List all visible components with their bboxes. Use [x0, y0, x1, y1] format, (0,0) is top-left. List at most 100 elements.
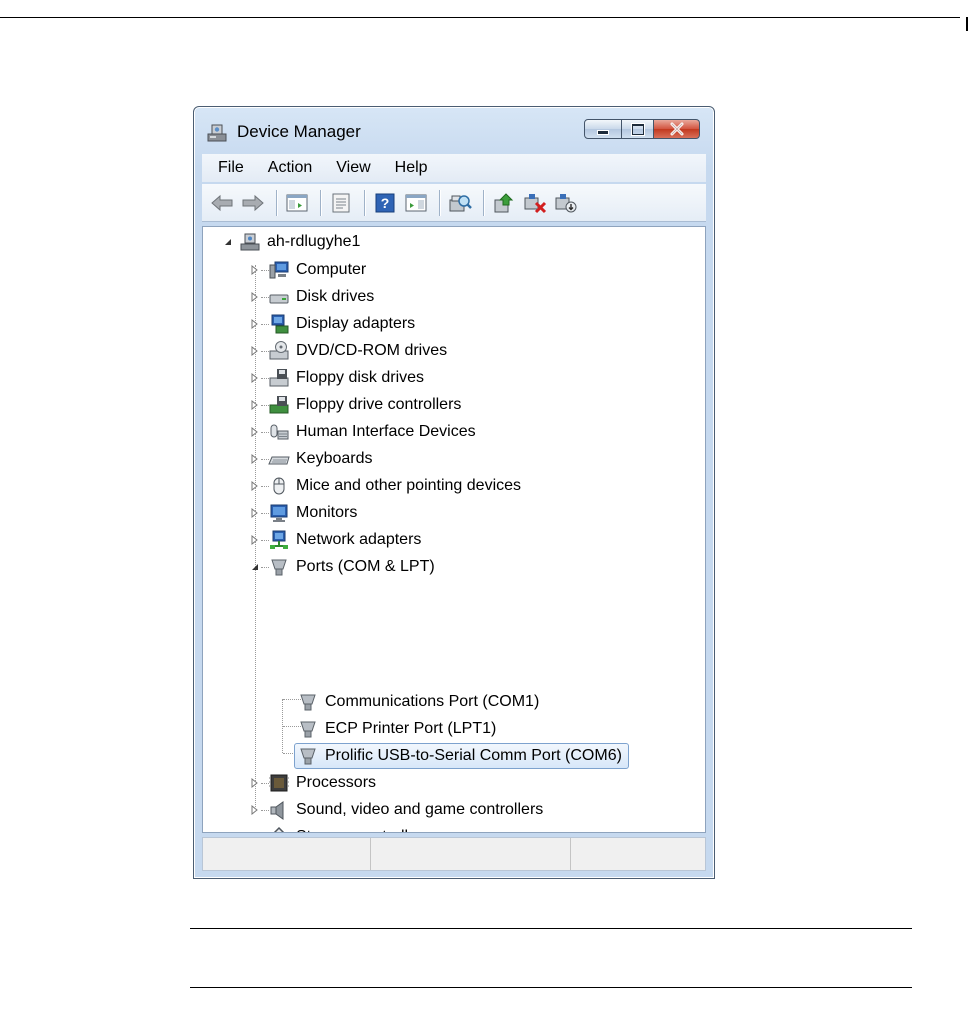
- uninstall-icon: [524, 193, 547, 213]
- status-bar: [202, 837, 706, 871]
- tree-item-processors[interactable]: Processors: [268, 770, 376, 796]
- scan-hardware-button[interactable]: [446, 189, 474, 217]
- port-connector-icon: [300, 694, 316, 711]
- display-adapter-icon: [271, 314, 289, 334]
- device-manager-window: Device Manager File Action View Help ? a…: [193, 106, 715, 879]
- storage-controller-icon: [273, 826, 285, 832]
- toolbar-separator: [483, 189, 484, 216]
- toolbar: ?: [202, 184, 706, 222]
- tree-item-label: Mice and other pointing devices: [296, 477, 522, 494]
- properties-button[interactable]: [327, 189, 355, 217]
- menu-action[interactable]: Action: [256, 155, 324, 181]
- status-panel: [371, 838, 571, 870]
- tree-item-communications-port[interactable]: Communications Port (COM1): [297, 689, 539, 715]
- tree-item-label: Network adapters: [296, 531, 422, 548]
- close-button[interactable]: [654, 119, 700, 139]
- expand-toggle-icon[interactable]: [250, 373, 260, 383]
- processor-icon: [269, 774, 289, 792]
- tree-item-keyboards[interactable]: Keyboards: [268, 446, 373, 472]
- tree-item-label: Ports (COM & LPT): [296, 558, 435, 575]
- maximize-button[interactable]: [622, 119, 654, 139]
- update-driver-icon: [494, 192, 514, 212]
- tree-item-network-adapters[interactable]: Network adapters: [268, 527, 421, 553]
- dvd-drive-icon: [269, 341, 289, 360]
- update-driver-button[interactable]: [490, 189, 518, 217]
- tree-item-label: DVD/CD-ROM drives: [296, 342, 448, 359]
- tree-item-floppy-drive-controllers[interactable]: Floppy drive controllers: [268, 392, 461, 418]
- enable-device-icon: [555, 193, 577, 212]
- help-button[interactable]: ?: [371, 189, 399, 217]
- expand-toggle-icon[interactable]: [250, 778, 260, 788]
- minimize-button[interactable]: [584, 119, 622, 139]
- tree-item-label: Storage controllers: [296, 828, 430, 832]
- tree-item-label: Human Interface Devices: [296, 423, 476, 440]
- collapse-toggle-icon[interactable]: [250, 562, 260, 572]
- tree-item-label: Display adapters: [296, 315, 416, 332]
- tree-item-dvd-cd-rom-drives[interactable]: DVD/CD-ROM drives: [268, 338, 447, 364]
- menu-file[interactable]: File: [202, 155, 256, 181]
- page-top-rule: [0, 17, 960, 18]
- tree-item-mice-and-other-pointing-devices[interactable]: Mice and other pointing devices: [268, 473, 521, 499]
- expand-toggle-icon[interactable]: [250, 427, 260, 437]
- tree-item-ecp-printer-port[interactable]: ECP Printer Port (LPT1): [297, 716, 496, 742]
- monitor-icon: [270, 504, 288, 522]
- expand-toggle-icon[interactable]: [250, 535, 260, 545]
- expand-toggle-icon[interactable]: [250, 400, 260, 410]
- tree-item-human-interface-devices[interactable]: Human Interface Devices: [268, 419, 476, 445]
- expand-toggle-icon[interactable]: [250, 292, 260, 302]
- toolbar-separator: [276, 189, 277, 216]
- back-button[interactable]: [208, 189, 236, 217]
- action-pane-icon: [405, 194, 427, 211]
- maximize-icon: [631, 123, 644, 135]
- tree-item-display-adapters[interactable]: Display adapters: [268, 311, 415, 337]
- forward-button[interactable]: [239, 189, 267, 217]
- mouse-icon: [273, 477, 285, 495]
- show-hide-console-tree-button[interactable]: [283, 189, 311, 217]
- port-connector-icon: [300, 721, 316, 738]
- close-icon: [670, 122, 683, 136]
- action-pane-button[interactable]: [402, 189, 430, 217]
- forward-arrow-icon: [242, 194, 264, 211]
- enable-disable-button[interactable]: [552, 189, 580, 217]
- tree-item-prolific-usb-serial-port[interactable]: Prolific USB-to-Serial Comm Port (COM6): [294, 743, 629, 769]
- help-icon: ?: [375, 193, 395, 212]
- tree-item-disk-drives[interactable]: Disk drives: [268, 284, 374, 310]
- tree-item-monitors[interactable]: Monitors: [268, 500, 357, 526]
- expand-toggle-icon[interactable]: [250, 454, 260, 464]
- tree-item-sound-video-and-game-controllers[interactable]: Sound, video and game controllers: [268, 797, 543, 823]
- expand-toggle-icon[interactable]: [250, 346, 260, 356]
- menu-view[interactable]: View: [324, 155, 382, 181]
- collapse-toggle-icon[interactable]: [223, 237, 233, 247]
- expand-toggle-icon[interactable]: [250, 832, 260, 833]
- port-connector-icon: [300, 748, 316, 765]
- toolbar-separator: [320, 189, 321, 216]
- tree-item-ports-com-lpt[interactable]: Ports (COM & LPT): [268, 554, 435, 580]
- minimize-icon: [598, 131, 608, 134]
- tree-root[interactable]: ah-rdlugyhe1: [239, 229, 360, 255]
- tree-item-label: Computer: [296, 261, 367, 278]
- tree-item-label: Floppy drive controllers: [296, 396, 462, 413]
- floppy-controller-icon: [269, 396, 289, 414]
- expand-toggle-icon[interactable]: [250, 319, 260, 329]
- tree-item-computer[interactable]: Computer: [268, 257, 366, 283]
- expand-toggle-icon[interactable]: [250, 481, 260, 491]
- tree-item-storage-controllers[interactable]: Storage controllers: [268, 824, 430, 832]
- back-arrow-icon: [211, 194, 233, 211]
- expand-toggle-icon[interactable]: [250, 508, 260, 518]
- window-title: Device Manager: [237, 122, 361, 141]
- tree-item-label: Monitors: [296, 504, 358, 521]
- expand-toggle-icon[interactable]: [250, 265, 260, 275]
- tree-item-floppy-disk-drives[interactable]: Floppy disk drives: [268, 365, 424, 391]
- floppy-drive-icon: [269, 369, 289, 387]
- device-tree[interactable]: ah-rdlugyhe1 Computer Disk drives Display …: [202, 226, 706, 833]
- expand-toggle-icon[interactable]: [250, 805, 260, 815]
- caption-buttons: [584, 119, 700, 141]
- uninstall-button[interactable]: [521, 189, 549, 217]
- menu-help[interactable]: Help: [383, 155, 440, 181]
- title-bar[interactable]: Device Manager: [194, 107, 714, 151]
- tree-item-label: Communications Port (COM1): [325, 693, 540, 710]
- network-adapter-icon: [270, 530, 288, 549]
- page-corner-tick: [966, 17, 968, 31]
- console-tree-icon: [286, 194, 308, 211]
- toolbar-separator: [364, 189, 365, 216]
